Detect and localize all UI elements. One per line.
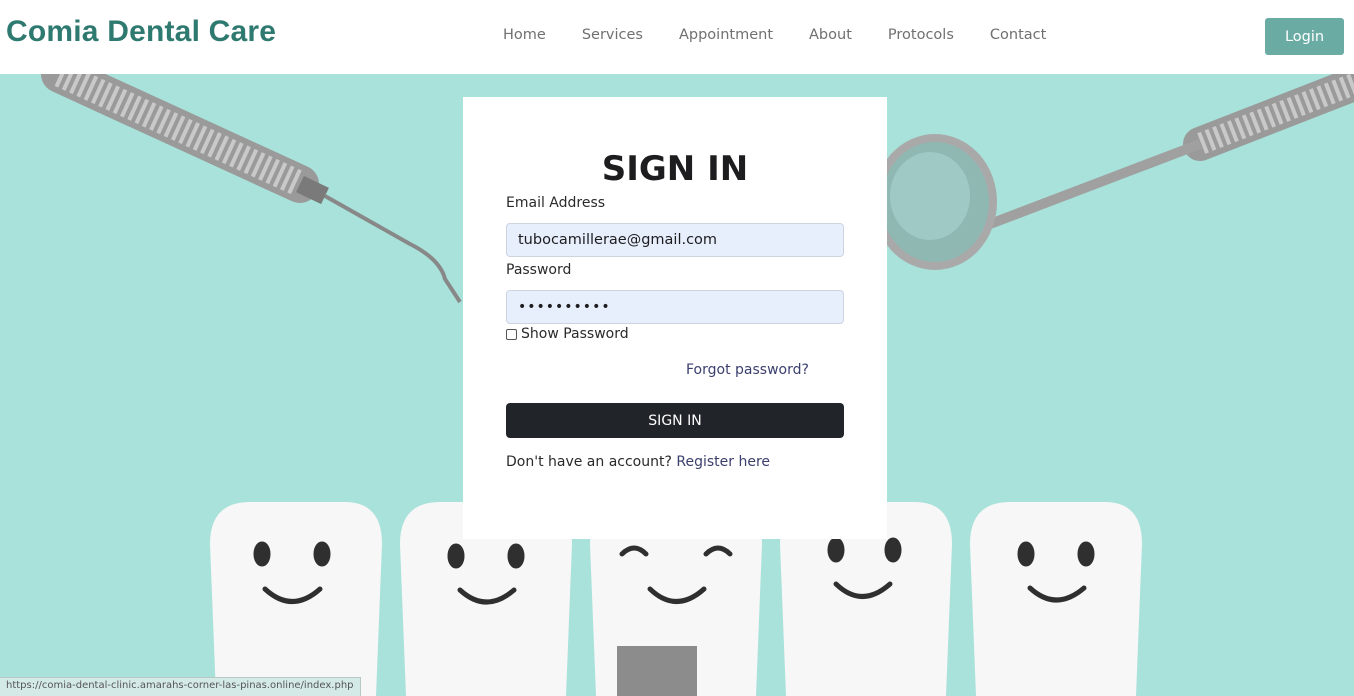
sign-in-title: SIGN IN	[601, 149, 749, 189]
dental-probe-icon	[41, 74, 462, 304]
nav-appointment[interactable]: Appointment	[679, 27, 773, 43]
nav-about[interactable]: About	[809, 27, 852, 43]
nav-protocols[interactable]: Protocols	[888, 27, 954, 43]
password-field[interactable]: ••••••••••	[506, 290, 844, 324]
nav-services[interactable]: Services	[582, 27, 643, 43]
show-password-checkbox[interactable]	[506, 328, 517, 340]
status-url: https://comia-dental-clinic.amarahs-corn…	[0, 677, 361, 696]
brand-logo[interactable]: Comia Dental Care	[6, 15, 276, 49]
show-password-row: Show Password	[506, 326, 629, 342]
register-link[interactable]: Register here	[676, 454, 770, 470]
dental-mirror-icon	[873, 74, 1354, 270]
top-navbar: Comia Dental Care Home Services Appointm…	[0, 0, 1354, 74]
sign-in-card: SIGN IN Email Address tubocamillerae@gma…	[463, 97, 887, 539]
login-button[interactable]: Login	[1265, 18, 1344, 55]
register-row: Don't have an account? Register here	[506, 454, 770, 470]
show-password-label[interactable]: Show Password	[521, 326, 629, 342]
password-label: Password	[506, 262, 572, 278]
nav-home[interactable]: Home	[503, 27, 546, 43]
forgot-password-link[interactable]: Forgot password?	[686, 362, 809, 378]
email-field[interactable]: tubocamillerae@gmail.com	[506, 223, 844, 257]
nav-links: Home Services Appointment About Protocol…	[503, 27, 1082, 43]
register-prompt: Don't have an account?	[506, 454, 677, 470]
sign-in-button[interactable]: SIGN IN	[506, 403, 844, 438]
nav-contact[interactable]: Contact	[990, 27, 1046, 43]
email-label: Email Address	[506, 195, 606, 211]
